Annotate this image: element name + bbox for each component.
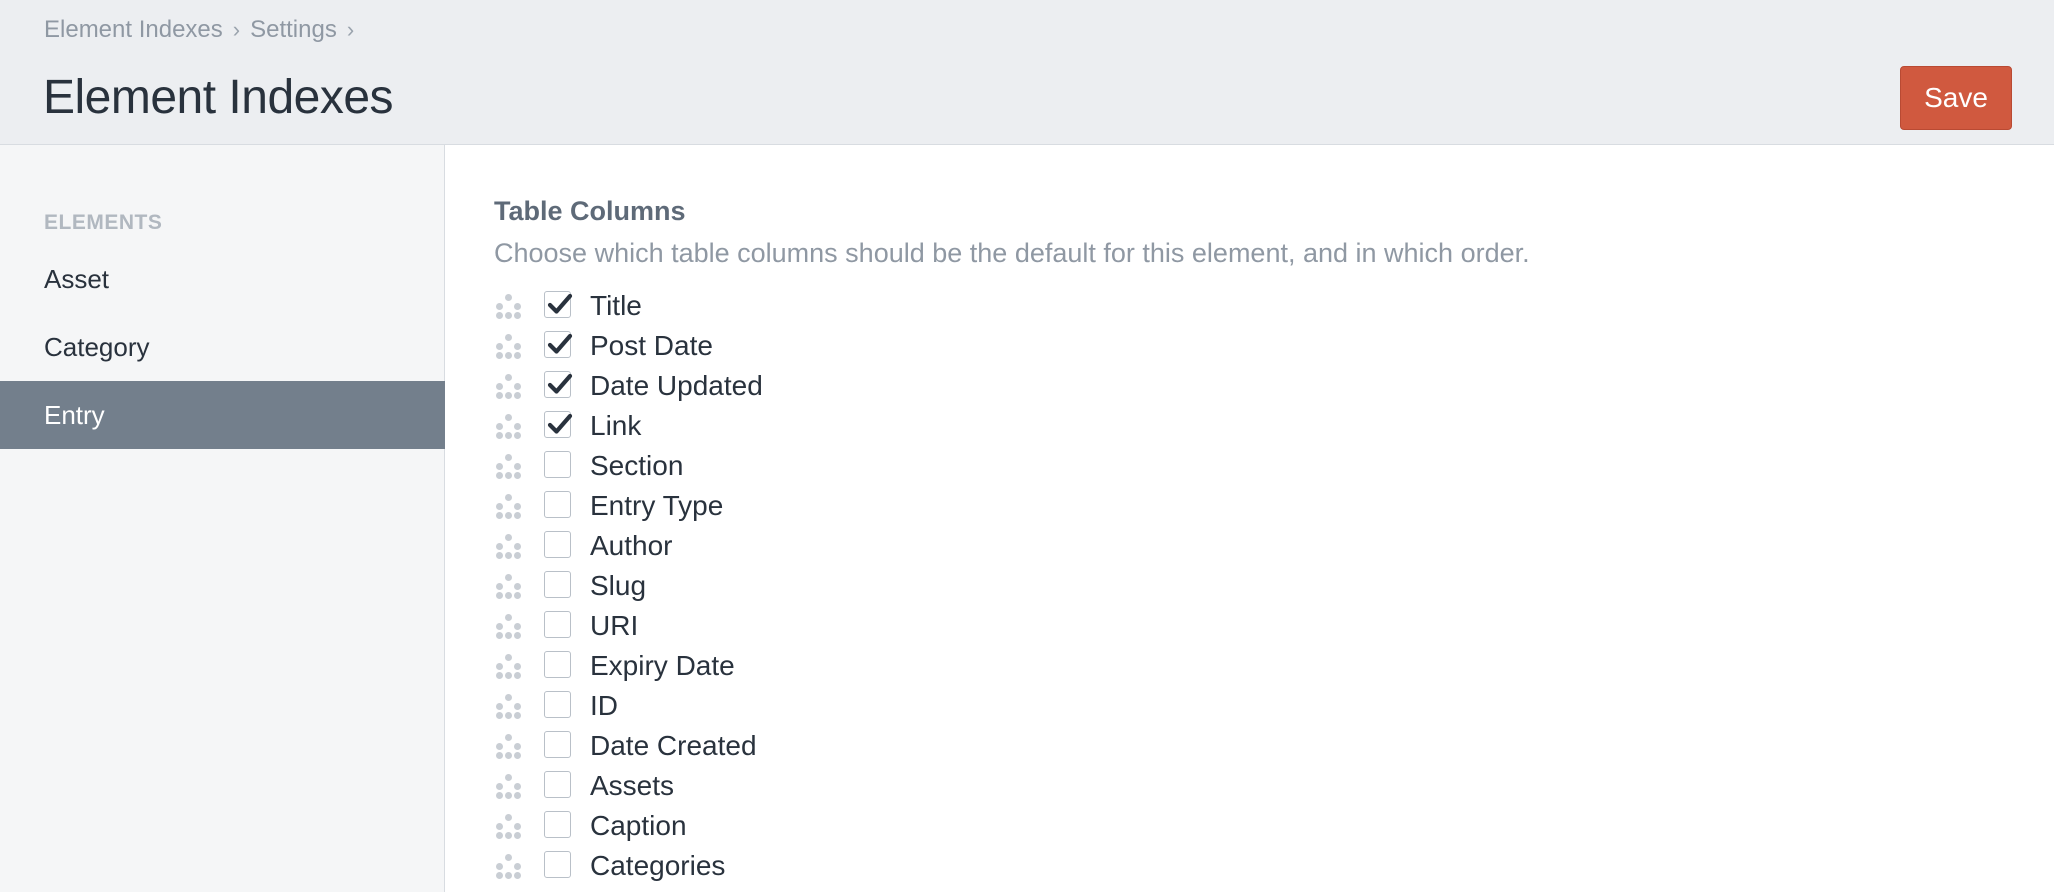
table-column-row: ID	[494, 686, 994, 726]
column-checkbox[interactable]	[544, 691, 571, 718]
column-checkbox[interactable]	[544, 491, 571, 518]
breadcrumb-element-indexes[interactable]: Element Indexes	[44, 16, 223, 44]
drag-handle-icon[interactable]	[494, 372, 522, 400]
drag-handle-icon[interactable]	[494, 492, 522, 520]
save-button[interactable]: Save	[1900, 66, 2012, 130]
breadcrumb-separator: ›	[346, 17, 355, 42]
table-column-row: Link	[494, 406, 994, 446]
drag-handle-icon[interactable]	[494, 532, 522, 560]
column-label: Date Created	[590, 730, 757, 761]
drag-handle-icon[interactable]	[494, 732, 522, 760]
column-checkbox[interactable]	[544, 611, 571, 638]
table-columns-list: Title Post Date Date Updated Link Section Ent…	[494, 286, 994, 886]
column-label: URI	[590, 610, 639, 641]
page-header: Element Indexes › Settings › Element Ind…	[0, 0, 2054, 145]
table-column-row: URI	[494, 606, 994, 646]
column-label: Entry Type	[590, 490, 724, 521]
sidebar-heading: ELEMENTS	[44, 211, 163, 234]
table-column-row: Caption	[494, 806, 994, 846]
drag-handle-icon[interactable]	[494, 652, 522, 680]
section-description: Choose which table columns should be the…	[494, 238, 1530, 268]
breadcrumb-separator: ›	[232, 17, 241, 42]
column-checkbox[interactable]	[544, 331, 573, 358]
sidebar: ELEMENTS Asset Category Entry	[0, 145, 445, 892]
drag-handle-icon[interactable]	[494, 852, 522, 880]
column-checkbox[interactable]	[544, 811, 571, 838]
checkmark-icon	[547, 333, 573, 354]
table-column-row: Title	[494, 286, 994, 326]
drag-handle-icon[interactable]	[494, 572, 522, 600]
column-label: Author	[590, 530, 673, 561]
drag-handle-icon[interactable]	[494, 612, 522, 640]
column-label: Caption	[590, 810, 687, 841]
column-checkbox[interactable]	[544, 731, 571, 758]
checkmark-icon	[547, 373, 573, 394]
column-checkbox[interactable]	[544, 371, 573, 398]
column-checkbox[interactable]	[544, 651, 571, 678]
drag-handle-icon[interactable]	[494, 692, 522, 720]
column-label: Title	[590, 290, 642, 321]
column-label: Slug	[590, 570, 647, 601]
column-checkbox[interactable]	[544, 411, 573, 438]
drag-handle-icon[interactable]	[494, 292, 522, 320]
column-label: Section	[590, 450, 684, 481]
checkmark-icon	[547, 293, 573, 314]
sidebar-item-asset[interactable]: Asset	[0, 245, 445, 313]
table-column-row: Date Updated	[494, 366, 994, 406]
table-column-row: Entry Type	[494, 486, 994, 526]
sidebar-item-entry[interactable]: Entry	[0, 381, 445, 449]
column-label: Link	[590, 410, 642, 441]
drag-handle-icon[interactable]	[494, 452, 522, 480]
column-checkbox[interactable]	[544, 771, 571, 798]
main-content: Table Columns Choose which table columns…	[446, 146, 2054, 892]
drag-handle-icon[interactable]	[494, 812, 522, 840]
column-label: Expiry Date	[590, 650, 735, 681]
column-checkbox[interactable]	[544, 571, 571, 598]
breadcrumb: Element Indexes › Settings ›	[44, 14, 364, 46]
table-column-row: Slug	[494, 566, 994, 606]
table-column-row: Expiry Date	[494, 646, 994, 686]
table-column-row: Section	[494, 446, 994, 486]
column-checkbox[interactable]	[544, 291, 573, 318]
breadcrumb-settings[interactable]: Settings	[250, 16, 337, 44]
table-column-row: Assets	[494, 766, 994, 806]
column-label: ID	[590, 690, 618, 721]
table-column-row: Date Created	[494, 726, 994, 766]
column-checkbox[interactable]	[544, 531, 571, 558]
table-column-row: Post Date	[494, 326, 994, 366]
table-column-row: Author	[494, 526, 994, 566]
drag-handle-icon[interactable]	[494, 412, 522, 440]
column-checkbox[interactable]	[544, 451, 571, 478]
column-checkbox[interactable]	[544, 851, 571, 878]
column-label: Post Date	[590, 330, 713, 361]
page-title: Element Indexes	[43, 71, 394, 124]
section-title: Table Columns	[494, 196, 686, 226]
checkmark-icon	[547, 413, 573, 434]
column-label: Date Updated	[590, 370, 763, 401]
column-label: Categories	[590, 850, 726, 881]
sidebar-item-category[interactable]: Category	[0, 313, 445, 381]
column-label: Assets	[590, 770, 675, 801]
drag-handle-icon[interactable]	[494, 332, 522, 360]
drag-handle-icon[interactable]	[494, 772, 522, 800]
table-column-row: Categories	[494, 846, 994, 886]
